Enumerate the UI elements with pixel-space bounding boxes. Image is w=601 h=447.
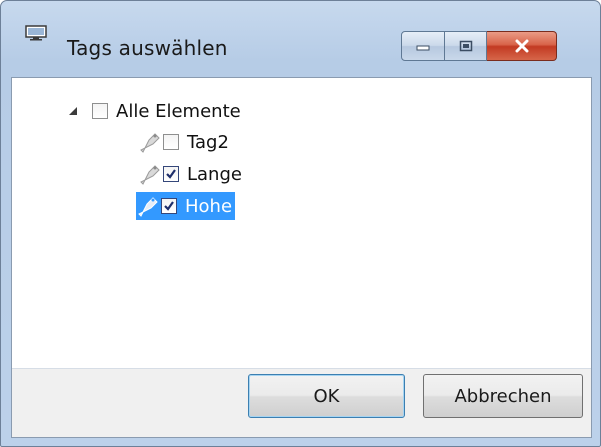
tree-node-lange[interactable]: Lange: [139, 160, 242, 188]
minimize-button[interactable]: [401, 31, 445, 61]
tree-node-tag2[interactable]: Tag2: [139, 128, 229, 156]
tag-icon: [140, 133, 160, 153]
dialog-client-area: Alle Elemente Tag2 Lange Hohe OK Abbrech…: [11, 77, 592, 438]
root-checkbox[interactable]: [92, 103, 108, 119]
tree-node-label: Hohe: [185, 195, 233, 217]
minimize-icon: [416, 45, 430, 51]
tag2-checkbox[interactable]: [163, 134, 179, 150]
tree-node-hohe[interactable]: Hohe: [136, 192, 236, 220]
tag-tree[interactable]: Alle Elemente Tag2 Lange Hohe: [12, 78, 591, 369]
close-button[interactable]: [487, 31, 557, 61]
cancel-button[interactable]: Abbrechen: [423, 374, 583, 418]
checkmark-icon: [166, 169, 176, 179]
window-title: Tags auswählen: [67, 36, 228, 60]
maximize-icon: [459, 40, 472, 52]
tag-icon: [138, 197, 158, 217]
close-icon: [515, 39, 528, 53]
maximize-button[interactable]: [445, 31, 487, 61]
tree-node-root[interactable]: Alle Elemente: [92, 97, 241, 125]
dialog-window: Tags auswählen Alle Elemente Tag2 Lange …: [0, 0, 601, 447]
tree-node-label: Tag2: [187, 131, 229, 153]
title-bar[interactable]: Tags auswählen: [1, 1, 600, 81]
expand-collapse-icon[interactable]: [68, 106, 78, 116]
ok-button[interactable]: OK: [248, 374, 405, 418]
monitor-app-icon: [25, 25, 47, 41]
checkmark-icon: [164, 201, 174, 211]
tree-node-label: Alle Elemente: [116, 100, 241, 122]
lange-checkbox[interactable]: [163, 166, 179, 182]
selection-highlight: Hohe: [136, 192, 236, 220]
tag-icon: [140, 165, 160, 185]
hohe-checkbox[interactable]: [161, 198, 177, 214]
tree-node-label: Lange: [187, 163, 242, 185]
